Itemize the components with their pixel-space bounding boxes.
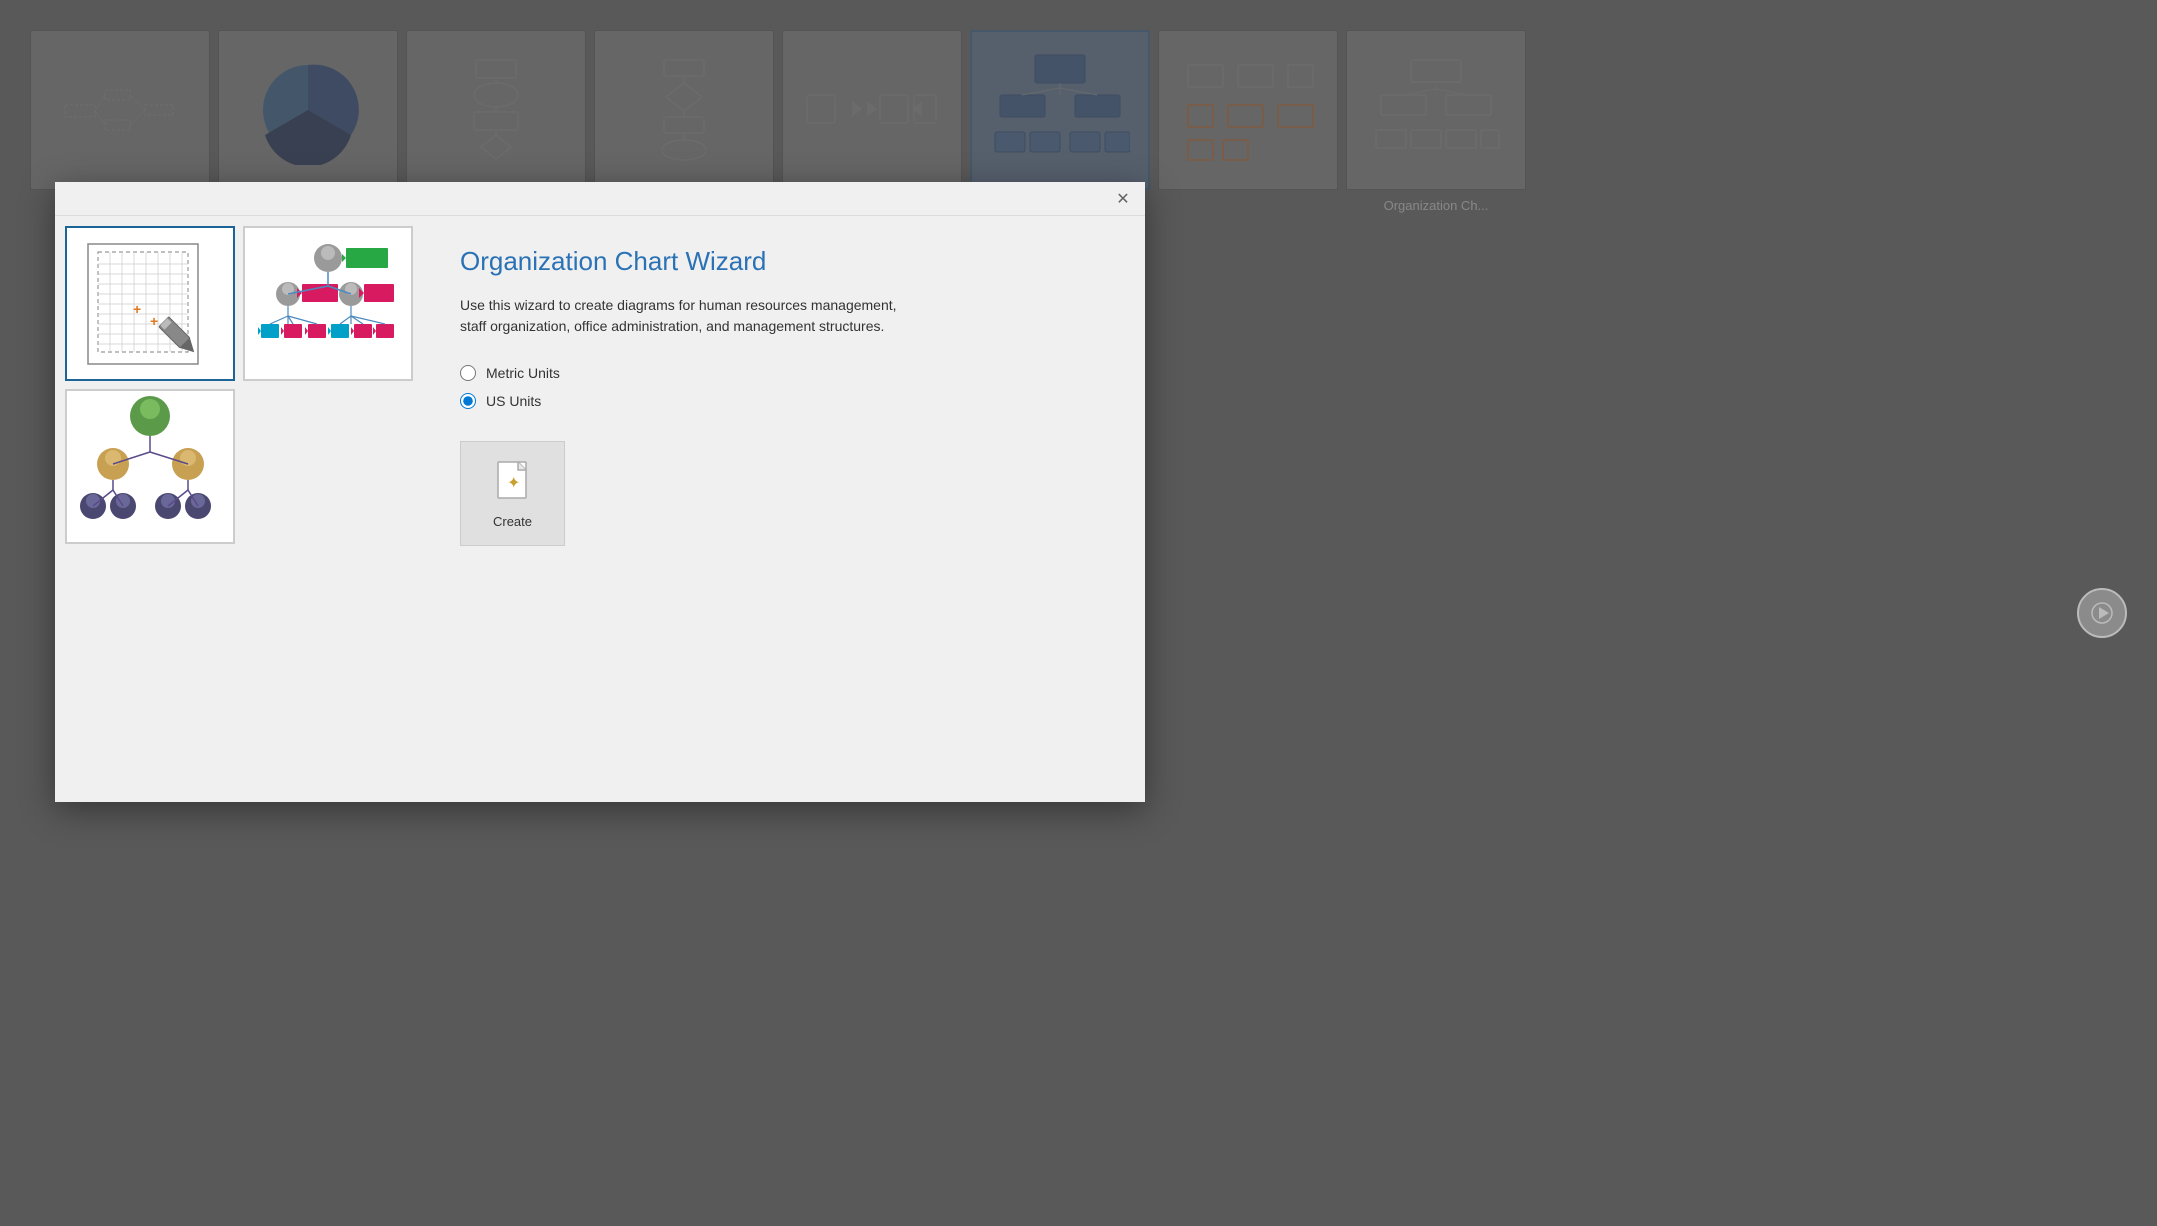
template-thumb-colorful[interactable] <box>243 226 413 381</box>
play-icon <box>2091 602 2113 624</box>
next-button[interactable] <box>2077 588 2127 638</box>
metric-units-radio[interactable] <box>460 365 476 381</box>
dialog-body: + + <box>55 216 1145 802</box>
units-radio-group: Metric Units US Units <box>460 365 1110 409</box>
close-icon: ✕ <box>1116 189 1129 209</box>
template-thumb-grid[interactable]: + + <box>65 226 235 381</box>
create-button-label: Create <box>493 514 532 529</box>
thumb-row-2 <box>65 389 415 544</box>
create-button[interactable]: ✦ Create <box>460 441 565 546</box>
template-thumb-people[interactable] <box>65 389 235 544</box>
us-units-option[interactable]: US Units <box>460 393 1110 409</box>
left-panel: + + <box>55 216 425 802</box>
dialog-titlebar: ✕ <box>55 182 1145 216</box>
close-button[interactable]: ✕ <box>1109 185 1137 213</box>
dialog: ✕ <box>55 182 1145 802</box>
svg-text:✦: ✦ <box>507 475 520 492</box>
us-units-radio[interactable] <box>460 393 476 409</box>
metric-units-option[interactable]: Metric Units <box>460 365 1110 381</box>
us-units-label: US Units <box>486 393 541 409</box>
svg-text:+: + <box>133 301 141 317</box>
create-icon: ✦ <box>490 458 535 508</box>
svg-text:+: + <box>150 313 158 329</box>
wizard-description: Use this wizard to create diagrams for h… <box>460 295 900 337</box>
thumb-row-1: + + <box>65 226 415 381</box>
right-panel: Organization Chart Wizard Use this wizar… <box>425 216 1145 802</box>
metric-units-label: Metric Units <box>486 365 560 381</box>
wizard-title: Organization Chart Wizard <box>460 246 1110 277</box>
